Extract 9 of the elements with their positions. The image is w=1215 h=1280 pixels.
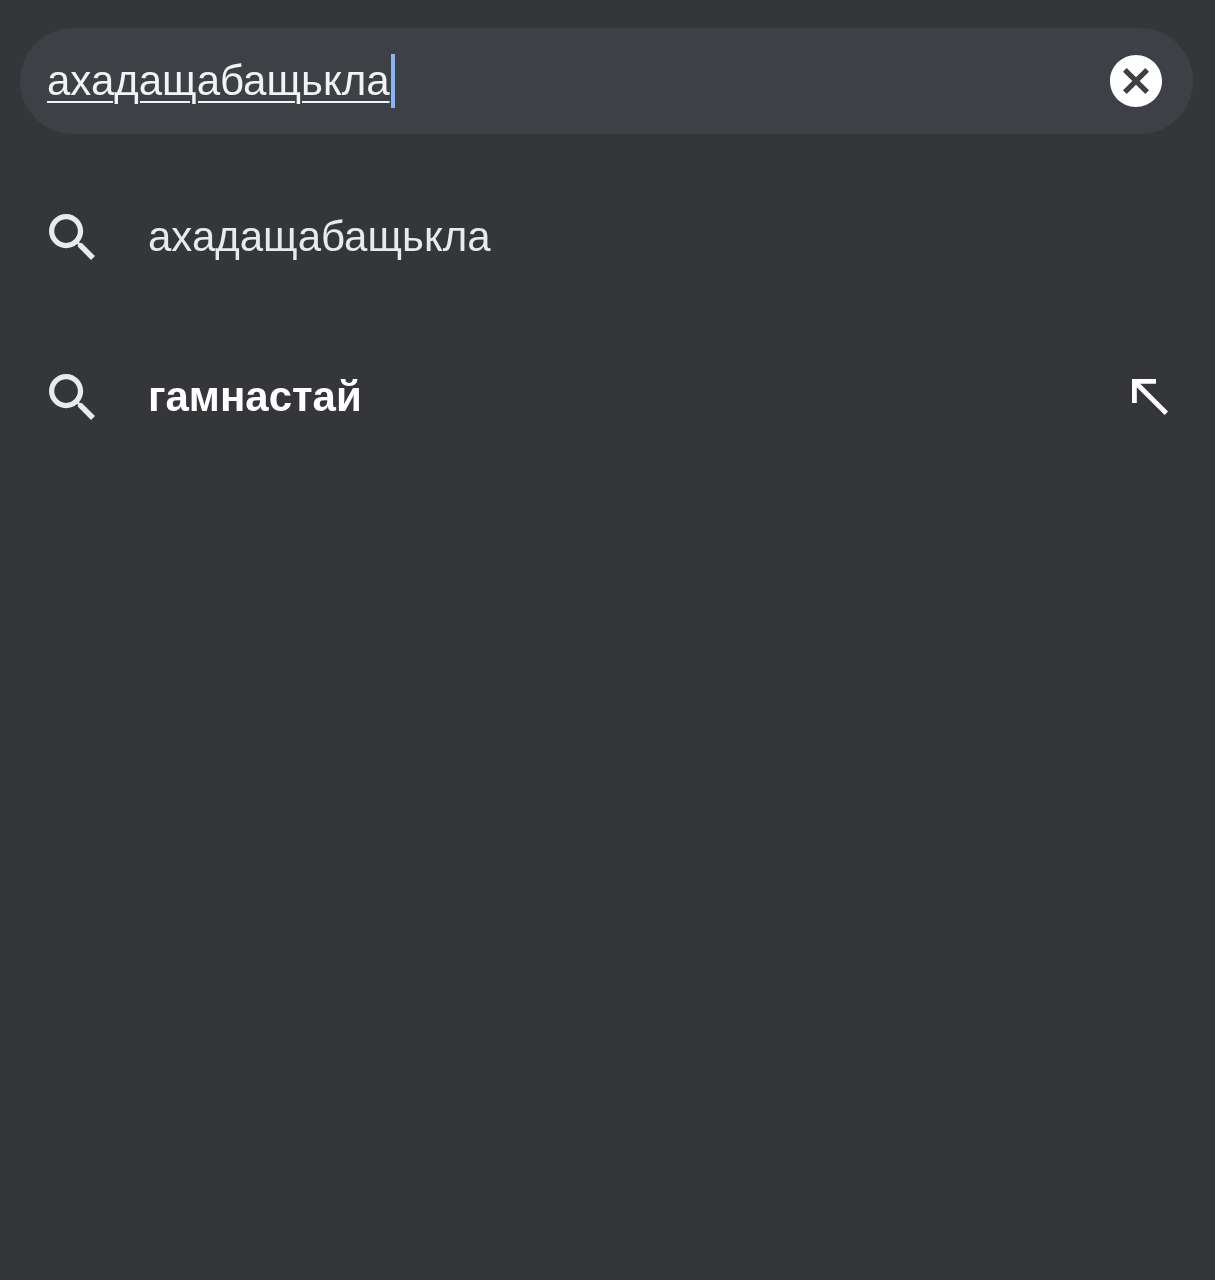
arrow-up-left-icon — [1132, 379, 1168, 415]
search-input[interactable]: ахадащабащькла — [47, 54, 1110, 108]
clear-button[interactable] — [1110, 55, 1162, 107]
suggestion-item[interactable]: ахадащабащькла — [49, 212, 1168, 262]
search-icon — [49, 374, 95, 420]
suggestion-item[interactable]: гамнастай — [49, 372, 1132, 422]
search-icon — [49, 214, 95, 260]
clear-icon — [1110, 55, 1162, 107]
fill-query-button[interactable] — [1132, 379, 1168, 415]
